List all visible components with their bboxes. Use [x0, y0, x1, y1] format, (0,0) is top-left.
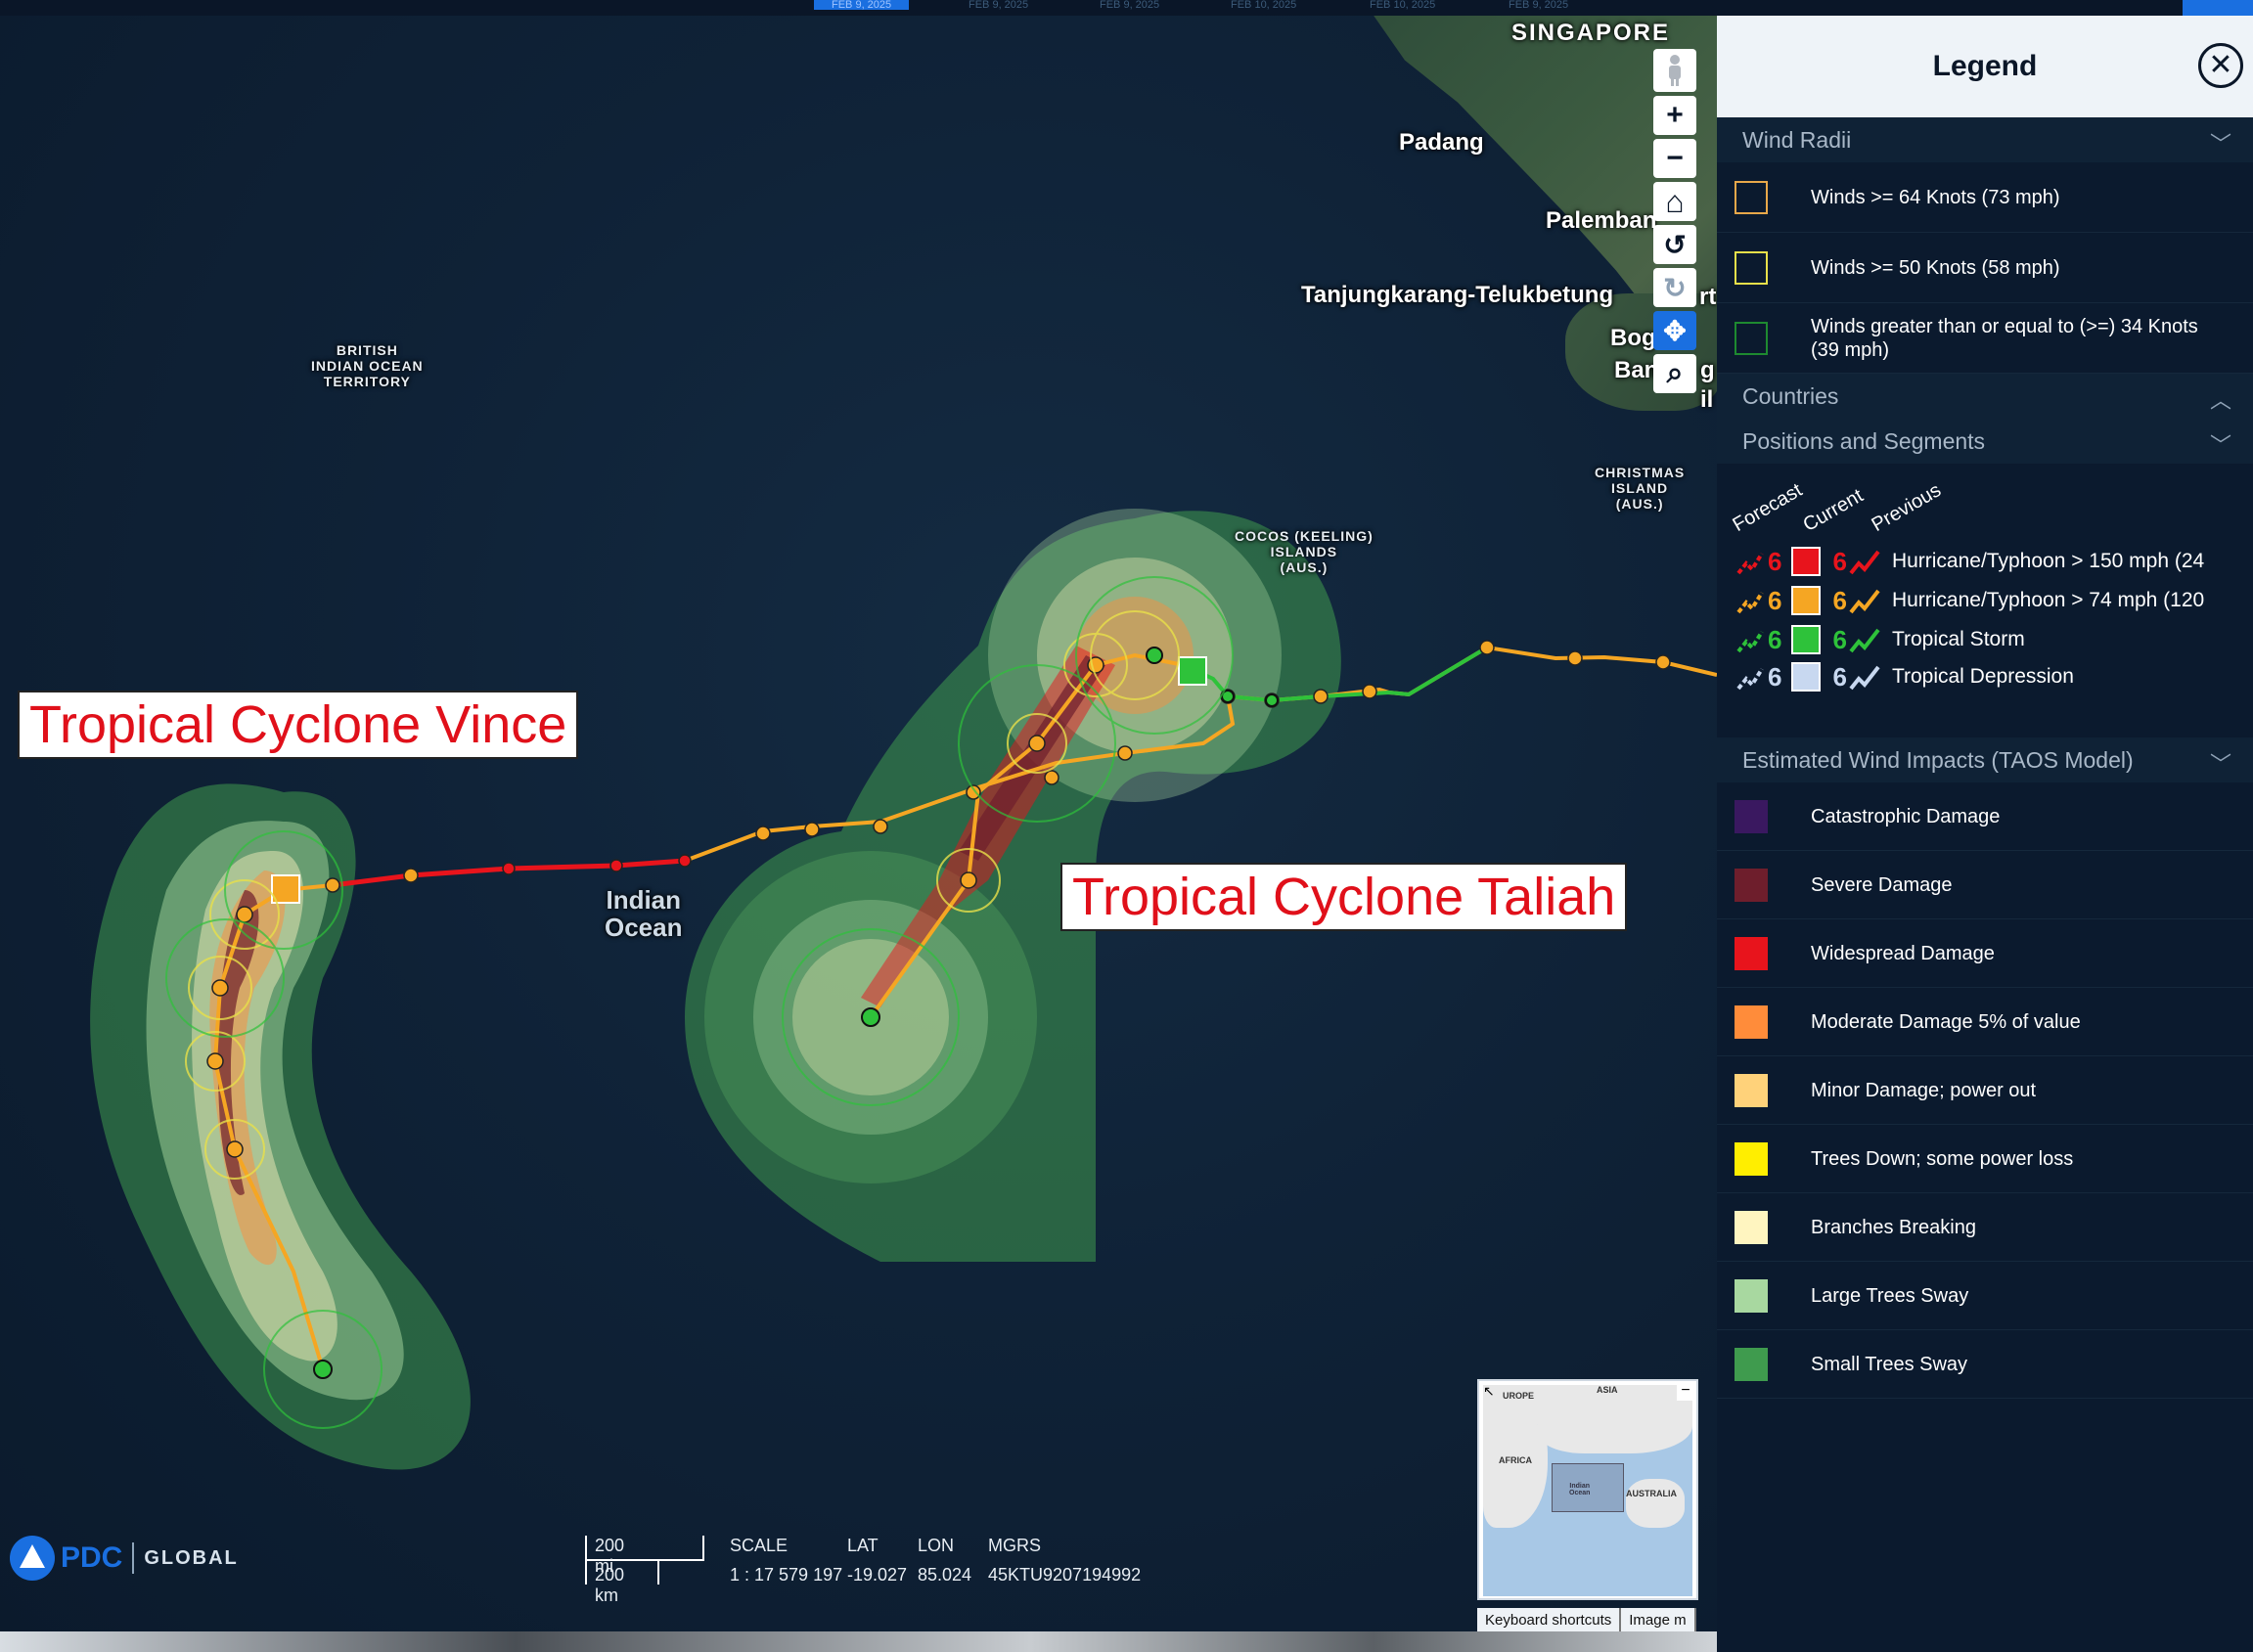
pdc-wordmark: PDC — [61, 1541, 123, 1574]
previous-segment-icon — [1849, 550, 1880, 575]
chevron-down-icon: ﹀ — [2209, 433, 2231, 458]
map-nav-controls: + − ⌂ ↺ ↻ ✥ ⌕ — [1653, 49, 1696, 397]
scale-value: 1 : 17 579 197 — [730, 1565, 843, 1585]
previous-segment-icon — [1849, 665, 1880, 691]
impact-row: Widespread Damage — [1717, 919, 2253, 988]
home-button[interactable]: ⌂ — [1653, 182, 1696, 221]
timeline-date[interactable]: FEB 10, 2025 — [1231, 0, 1296, 11]
position-row: 6 6 Tropical Storm — [1736, 624, 2025, 655]
timeline-date[interactable]: FEB 10, 2025 — [1370, 0, 1435, 11]
section-wind-radii[interactable]: Wind Radii ﹀ — [1717, 117, 2253, 162]
positions-segments-block: Forecast Current Previous 6 6 Hurricane/… — [1717, 464, 2253, 728]
impact-row: Minor Damage; power out — [1717, 1056, 2253, 1125]
section-positions-segments[interactable]: Positions and Segments ﹀ — [1717, 419, 2253, 464]
label-palembang: Palemban — [1546, 207, 1657, 234]
cyclone-taliah-label: Tropical Cyclone Taliah — [1060, 863, 1628, 931]
scale-label: SCALE — [730, 1536, 789, 1555]
col-previous: Previous — [1868, 479, 1945, 537]
legend-header: Legend ✕ — [1717, 16, 2253, 117]
zoom-out-button[interactable]: − — [1653, 139, 1696, 178]
current-position-icon — [1791, 625, 1822, 654]
expand-arrow-icon[interactable]: ↖ — [1483, 1383, 1495, 1400]
impact-row: Large Trees Sway — [1717, 1262, 2253, 1330]
chevron-up-icon: ︿ — [2209, 388, 2231, 413]
section-wind-impacts[interactable]: Estimated Wind Impacts (TAOS Model) ﹀ — [1717, 737, 2253, 782]
wind-radii-row: Winds >= 64 Knots (73 mph) — [1717, 162, 2253, 233]
pdc-logo-icon — [10, 1536, 55, 1581]
current-position-icon — [1791, 662, 1822, 692]
position-row: 6 6 Hurricane/Typhoon > 150 mph (24 — [1736, 546, 2204, 577]
global-wordmark: GLOBAL — [144, 1546, 239, 1569]
impact-row: Severe Damage — [1717, 851, 2253, 919]
position-row: 6 6 Tropical Depression — [1736, 661, 2074, 692]
lat-label: LAT — [847, 1536, 879, 1555]
close-icon[interactable]: ✕ — [2198, 43, 2243, 88]
col-forecast: Forecast — [1729, 479, 1806, 537]
forecast-segment-icon — [1736, 552, 1764, 575]
forecast-segment-icon — [1736, 667, 1764, 691]
timeline-date[interactable]: FEB 9, 2025 — [1509, 0, 1568, 11]
section-countries[interactable]: Countries ︿ — [1717, 374, 2253, 419]
label-cocos-islands: COCOS (KEELING) ISLANDS (AUS.) — [1235, 528, 1374, 575]
current-position-icon — [1791, 586, 1822, 615]
impact-row: Moderate Damage 5% of value — [1717, 988, 2253, 1056]
attribution-bar: Keyboard shortcuts Image m — [1477, 1608, 1696, 1633]
wind-radii-row: Winds greater than or equal to (>=) 34 K… — [1717, 303, 2253, 374]
forecast-segment-icon — [1736, 591, 1764, 614]
label-cut-g: g — [1700, 357, 1715, 383]
label-bandung: Ban — [1614, 357, 1659, 383]
col-current: Current — [1799, 484, 1868, 537]
pegman-icon — [1669, 55, 1681, 86]
image-attribution-link[interactable]: Image m — [1621, 1608, 1696, 1633]
forecast-segment-icon — [1736, 630, 1764, 653]
legend-title: Legend — [1932, 50, 2038, 82]
impact-row: Trees Down; some power loss — [1717, 1125, 2253, 1193]
previous-segment-icon — [1849, 628, 1880, 653]
keyboard-shortcuts-link[interactable]: Keyboard shortcuts — [1477, 1608, 1622, 1633]
label-singapore: SINGAPORE — [1511, 20, 1671, 46]
lon-label: LON — [918, 1536, 955, 1555]
label-cut-il: il — [1700, 386, 1714, 413]
timeline-date[interactable]: FEB 9, 2025 — [969, 0, 1028, 11]
impact-row: Small Trees Sway — [1717, 1330, 2253, 1399]
rotate-right-button[interactable]: ↻ — [1653, 268, 1696, 307]
label-indian-ocean: Indian Ocean — [605, 885, 683, 942]
pdc-global-logo: PDC GLOBAL — [10, 1536, 239, 1581]
mgrs-label: MGRS — [988, 1536, 1041, 1555]
map-canvas[interactable]: SINGAPORE Padang Palemban Tanjungkarang-… — [0, 0, 1717, 1652]
overview-map[interactable]: UROPE ASIA AFRICA AUSTRALIA Indian Ocean… — [1477, 1379, 1698, 1600]
label-christmas-island: CHRISTMAS ISLAND (AUS.) — [1595, 465, 1686, 512]
timeline-bar: FEB 9, 2025 FEB 9, 2025 FEB 9, 2025 FEB … — [0, 0, 2253, 16]
chevron-down-icon: ﹀ — [2209, 132, 2231, 156]
bottom-image-strip — [0, 1631, 1717, 1652]
lat-value: -19.027 — [847, 1565, 908, 1585]
label-cut-north: rt — [1699, 284, 1717, 310]
mgrs-value: 45KTU9207194992 — [988, 1565, 1142, 1585]
legend-panel: Legend ✕ Wind Radii ﹀ Winds >= 64 Knots … — [1717, 16, 2253, 1652]
wind-radii-row: Winds >= 50 Knots (58 mph) — [1717, 233, 2253, 303]
timeline-date-active[interactable]: FEB 9, 2025 — [814, 0, 910, 11]
rotate-left-button[interactable]: ↺ — [1653, 225, 1696, 264]
chevron-down-icon: ﹀ — [2209, 752, 2231, 777]
scale-km: 200 km — [595, 1565, 625, 1605]
zoom-box-button[interactable]: ⌕ — [1653, 354, 1696, 393]
impact-row: Branches Breaking — [1717, 1193, 2253, 1262]
lon-value: 85.024 — [918, 1565, 972, 1585]
street-view-button[interactable] — [1653, 49, 1696, 92]
cyclone-tracks-layer — [90, 509, 1717, 1470]
position-row: 6 6 Hurricane/Typhoon > 74 mph (120 — [1736, 585, 2204, 616]
overview-minimize-button[interactable]: − — [1677, 1383, 1694, 1401]
impact-row: Catastrophic Damage — [1717, 782, 2253, 851]
cyclone-vince-label: Tropical Cyclone Vince — [18, 691, 579, 759]
previous-segment-icon — [1849, 589, 1880, 614]
pan-button[interactable]: ✥ — [1653, 311, 1696, 350]
label-tanjungkarang: Tanjungkarang-Telukbetung — [1301, 282, 1614, 308]
current-position-icon — [1791, 547, 1822, 576]
label-biot: BRITISH INDIAN OCEAN TERRITORY — [311, 342, 424, 389]
label-padang: Padang — [1399, 129, 1484, 156]
zoom-in-button[interactable]: + — [1653, 96, 1696, 135]
timeline-end-marker[interactable] — [2183, 0, 2253, 16]
timeline-date[interactable]: FEB 9, 2025 — [1100, 0, 1159, 11]
label-bogor: Bog — [1610, 325, 1656, 351]
